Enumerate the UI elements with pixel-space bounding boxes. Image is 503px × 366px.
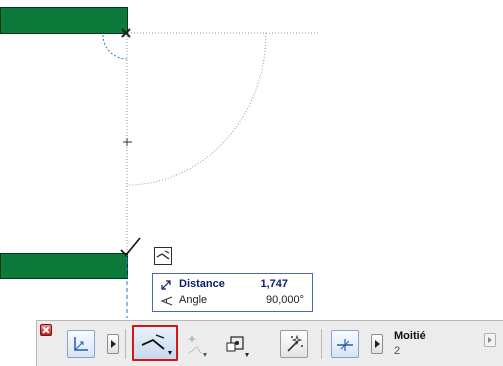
snap-feedback-icon <box>154 247 172 265</box>
guide-lines <box>102 28 318 318</box>
cursor-check-icon <box>120 237 141 257</box>
tracker-angle-row: Angle 90,000° <box>159 293 306 309</box>
tracker-distance-row: Distance 1,747 <box>159 277 306 293</box>
division-count-value: 2 <box>394 345 401 357</box>
snap-line-button[interactable] <box>132 325 178 361</box>
distance-label: Distance <box>179 278 225 290</box>
distance-value: 1,747 <box>260 278 288 290</box>
toolbar-expand-arrow[interactable] <box>484 333 496 347</box>
drawing-canvas[interactable]: Distance 1,747 Angle 90,000° <box>0 0 503 318</box>
midpoint-marker-icon <box>123 138 132 146</box>
geometry-toolbar: Moitié 2 <box>36 320 503 366</box>
distance-icon <box>159 277 175 293</box>
toolbar-separator <box>321 329 322 359</box>
division-options-arrow[interactable] <box>371 334 383 354</box>
toolbar-separator <box>125 329 126 359</box>
polyline-button[interactable] <box>185 331 211 359</box>
snap-line-icon <box>141 334 172 355</box>
coordinate-options-arrow[interactable] <box>107 334 119 354</box>
division-mode-label: Moitié <box>394 330 426 342</box>
polyline-icon <box>188 336 207 357</box>
tracker-panel: Distance 1,747 Angle 90,000° <box>152 273 313 312</box>
division-button[interactable] <box>331 330 359 358</box>
angle-icon <box>159 293 175 309</box>
angle-value: 90,000° <box>265 294 304 306</box>
coordinate-plane-button[interactable] <box>67 330 95 358</box>
coordinate-plane-icon <box>74 337 88 351</box>
magic-wand-icon <box>287 334 303 352</box>
division-icon <box>337 339 353 351</box>
magic-wand-button[interactable] <box>280 330 308 358</box>
snap-points-icon <box>226 336 249 357</box>
close-icon[interactable] <box>40 324 52 336</box>
snap-points-button[interactable] <box>223 331 251 359</box>
angle-label: Angle <box>179 294 208 306</box>
